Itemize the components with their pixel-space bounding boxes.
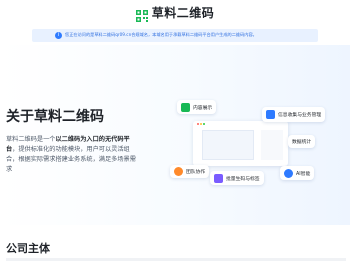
site-header: 草料二维码 [0, 0, 350, 25]
feature-batch: 批量生码与标签 [210, 171, 264, 185]
notice-banner: i 您正在访问的是草料二维码qr09.cn合规域名，本域名用于承载草料二维码平台… [32, 29, 318, 42]
page-title: 关于草料二维码 [6, 109, 104, 125]
content-icon [181, 102, 190, 112]
divider [6, 258, 346, 261]
feature-ai: AI智能 [280, 166, 315, 180]
form-icon [266, 110, 275, 119]
feature-diagram: 内容展示 信息收集与业务管理 数据统计 团队协作 批量生码与标签 AI智能 [170, 95, 335, 190]
feature-content: 内容展示 [177, 100, 217, 114]
feature-stats: 数据统计 [288, 135, 316, 148]
notice-text: 您正在访问的是草料二维码qr09.cn合规域名，本域名用于承载草料二维码平台用户… [65, 32, 257, 37]
preview-screen [202, 130, 254, 160]
window-dots [197, 123, 205, 125]
info-icon: i [55, 32, 62, 39]
feature-team: 团队协作 [170, 165, 210, 178]
feature-form: 信息收集与业务管理 [262, 107, 326, 122]
qr-logo-icon[interactable] [135, 7, 148, 22]
team-icon [174, 167, 183, 176]
section-title: 公司主体 [6, 242, 50, 255]
desc-prefix: 草料二维码是一个 [6, 136, 56, 143]
ai-icon [284, 168, 293, 178]
brand-name[interactable]: 草料二维码 [152, 4, 215, 21]
platform-card [193, 121, 288, 166]
side-screen [261, 130, 283, 160]
hero-description: 草料二维码是一个以二维码为入口的无代码平台，提供标准化的功能模块，用户可以灵活组… [6, 135, 136, 175]
desc-suffix: ，提供标准化的功能模块，用户可以灵活组合，根据实际需求搭建业务系统，满足多场景需… [6, 146, 136, 173]
batch-icon [214, 173, 223, 183]
